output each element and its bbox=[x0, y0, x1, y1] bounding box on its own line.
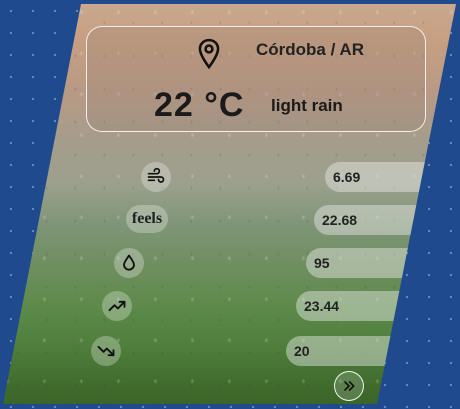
more-button[interactable] bbox=[334, 371, 364, 401]
location-label: Córdoba / AR bbox=[256, 40, 364, 59]
wind-value: 6.69 bbox=[325, 162, 425, 192]
location-pin-icon bbox=[198, 38, 220, 70]
feels-value: 22.68 bbox=[314, 205, 418, 235]
trend-up-icon bbox=[102, 291, 132, 321]
weather-card: Córdoba / AR 22 °C light rain 6.69 feels… bbox=[3, 4, 456, 404]
temperature-value: 22 °C bbox=[154, 86, 245, 124]
droplet-icon bbox=[114, 248, 144, 278]
feels-label: feels bbox=[126, 205, 168, 233]
wind-icon bbox=[141, 162, 171, 192]
max-temp-value: 23.44 bbox=[296, 291, 408, 321]
humidity-value: 95 bbox=[306, 248, 416, 278]
double-chevron-right-icon bbox=[344, 381, 355, 391]
weather-description: light rain bbox=[271, 96, 343, 115]
trend-down-icon bbox=[91, 336, 121, 366]
min-temp-value: 20 bbox=[286, 336, 400, 366]
